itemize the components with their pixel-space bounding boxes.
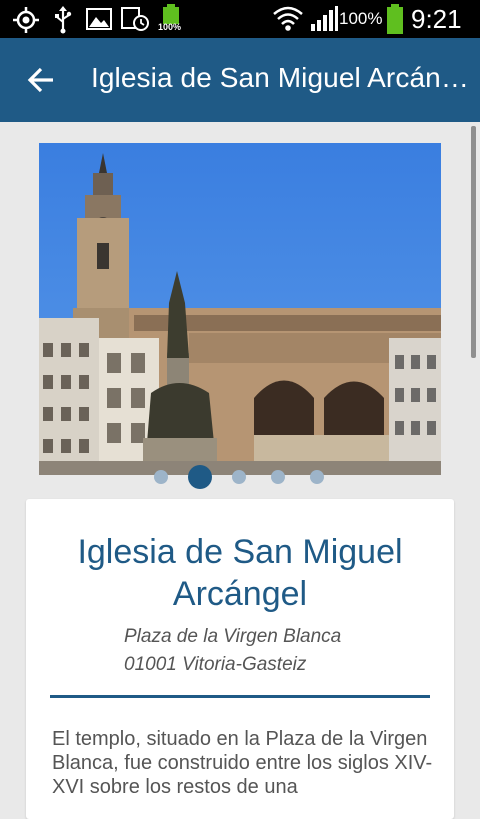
wifi-icon	[273, 6, 303, 31]
info-card: Iglesia de San Miguel Arcángel Plaza de …	[26, 499, 454, 819]
status-bar: 100% 100% 9:21	[0, 0, 480, 38]
battery-icon	[387, 4, 403, 34]
divider	[50, 695, 430, 698]
usb-icon	[55, 6, 72, 34]
address-line-2: 01001 Vitoria-Gasteiz	[124, 654, 307, 675]
carousel-dot-3[interactable]	[232, 470, 246, 484]
gps-icon	[13, 7, 39, 33]
carousel-dot-5[interactable]	[310, 470, 324, 484]
place-title: Iglesia de San Miguel Arcángel	[77, 533, 403, 613]
gallery-icon	[86, 8, 112, 30]
battery-status-icon	[163, 4, 179, 24]
screenshot-icon	[121, 7, 149, 31]
mini-battery-label: 100%	[158, 22, 182, 32]
scrollbar[interactable]	[471, 126, 476, 358]
image-carousel[interactable]	[39, 143, 441, 475]
carousel-dot-2-active[interactable]	[188, 465, 212, 489]
app-bar: Iglesia de San Miguel Arcángel	[0, 38, 480, 122]
page-title: Iglesia de San Miguel Arcángel	[91, 62, 471, 93]
carousel-indicator	[0, 463, 480, 489]
signal-icon	[311, 6, 338, 31]
place-description: El templo, situado en la Plaza de la Vir…	[52, 728, 433, 798]
battery-percent: 100%	[339, 9, 383, 28]
back-button[interactable]	[18, 58, 64, 102]
place-address: Plaza de la Virgen Blanca 01001 Vitoria-…	[124, 623, 424, 679]
carousel-dot-4[interactable]	[271, 470, 285, 484]
arrow-back-icon[interactable]	[27, 67, 55, 93]
church-photo	[39, 143, 441, 475]
clock: 9:21	[411, 4, 462, 34]
address-line-1: Plaza de la Virgen Blanca	[124, 626, 342, 647]
carousel-dot-1[interactable]	[154, 470, 168, 484]
